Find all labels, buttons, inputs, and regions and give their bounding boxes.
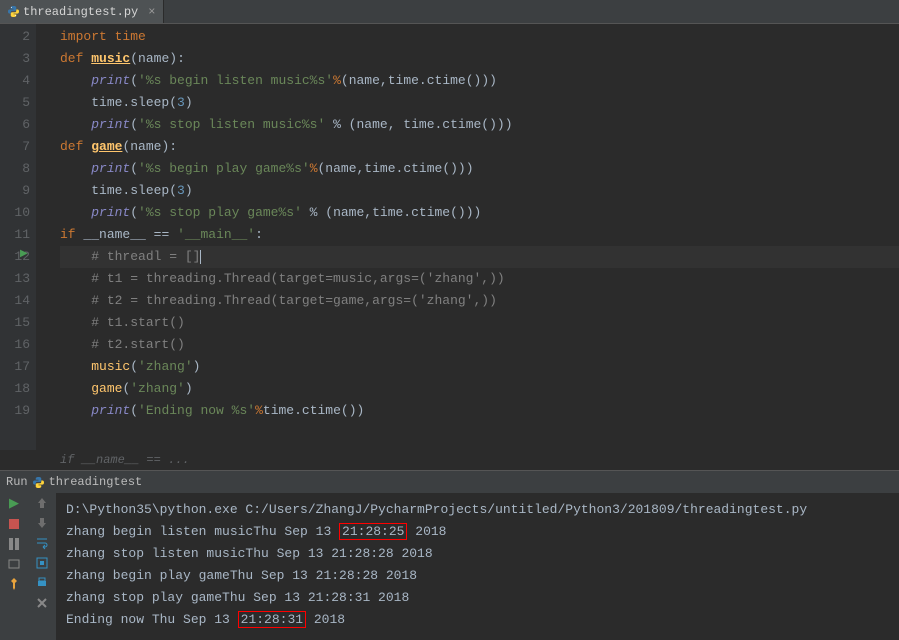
soft-wrap-icon[interactable] [35, 536, 49, 550]
console-line: Ending now Thu Sep 13 21:28:31 2018 [66, 609, 889, 631]
dump-icon[interactable] [7, 557, 21, 571]
stop-icon[interactable] [7, 517, 21, 531]
console-line: zhang begin listen musicThu Sep 13 21:28… [66, 521, 889, 543]
run-panel: Run threadingtest ▶ D:\Python35\python.e… [0, 470, 899, 640]
rerun-icon[interactable]: ▶ [9, 496, 19, 511]
pause-icon[interactable] [7, 537, 21, 551]
tab-label: threadingtest.py [23, 5, 138, 19]
tab-file[interactable]: threadingtest.py × [0, 0, 164, 23]
console-output[interactable]: D:\Python35\python.exe C:/Users/ZhangJ/P… [56, 493, 899, 640]
line-gutter: 2 3 4 5 6 7 8 9 10 11 12 13 14 15 16 17 … [0, 24, 36, 450]
scroll-end-icon[interactable] [35, 556, 49, 570]
close-icon[interactable]: × [148, 5, 155, 19]
run-toolbar-inner [28, 493, 56, 640]
console-line: zhang begin play gameThu Sep 13 21:28:28… [66, 565, 889, 587]
python-icon [8, 6, 19, 17]
console-line: zhang stop play gameThu Sep 13 21:28:31 … [66, 587, 889, 609]
run-gutter-icon[interactable]: ▶ [20, 248, 28, 260]
code-area[interactable]: ▶ import time def music(name): print('%s… [36, 24, 899, 450]
run-config-name: threadingtest [49, 475, 143, 489]
print-icon[interactable] [35, 576, 49, 590]
arrow-down-icon[interactable] [35, 516, 49, 530]
run-header: Run threadingtest [0, 471, 899, 493]
breadcrumb[interactable]: if __name__ == ... [0, 450, 899, 470]
console-command: D:\Python35\python.exe C:/Users/ZhangJ/P… [66, 499, 889, 521]
run-label: Run [6, 475, 28, 489]
code-editor[interactable]: 2 3 4 5 6 7 8 9 10 11 12 13 14 15 16 17 … [0, 24, 899, 450]
console-line: zhang stop listen musicThu Sep 13 21:28:… [66, 543, 889, 565]
python-icon [33, 477, 44, 488]
tab-bar: threadingtest.py × [0, 0, 899, 24]
arrow-up-icon[interactable] [35, 496, 49, 510]
clear-icon[interactable] [35, 596, 49, 610]
run-toolbar-left: ▶ [0, 493, 28, 640]
pin-icon[interactable] [7, 577, 21, 591]
